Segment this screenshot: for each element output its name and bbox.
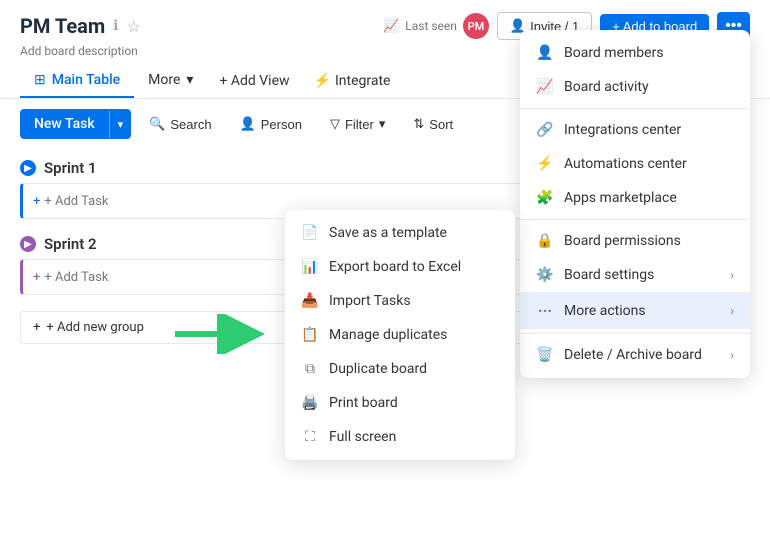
dropdown-item-permissions[interactable]: 🔒 Board permissions [520, 224, 750, 258]
integrations-icon: 🔗 [536, 122, 554, 138]
duplicate-board-icon: ⧉ [301, 361, 319, 377]
permissions-icon: 🔒 [536, 233, 554, 249]
submenu-item-manage-duplicates[interactable]: 📋 Manage duplicates [285, 318, 515, 352]
dropdown-item-board-activity[interactable]: 📈 Board activity [520, 70, 750, 104]
submenu-item-duplicate-board[interactable]: ⧉ Duplicate board [285, 352, 515, 386]
avatar: PM [463, 13, 489, 39]
dropdown-item-settings[interactable]: ⚙️ Board settings › [520, 258, 750, 292]
integrate-button[interactable]: ⚡ Integrate [302, 65, 403, 97]
import-tasks-icon: 📥 [301, 293, 319, 309]
more-actions-chevron-icon: › [730, 304, 734, 318]
delete-icon: 🗑️ [536, 347, 554, 363]
person-button[interactable]: 👤 Person [230, 110, 312, 138]
dropdown-item-apps[interactable]: 🧩 Apps marketplace [520, 181, 750, 215]
divider-2 [520, 219, 750, 220]
new-task-button[interactable]: New Task ▾ [20, 109, 131, 139]
table-icon: ⊞ [34, 72, 46, 88]
automations-icon: ⚡ [536, 156, 554, 172]
main-dropdown: 👤 Board members 📈 Board activity 🔗 Integ… [520, 30, 750, 378]
dropdown-item-more-actions[interactable]: ··· More actions › [520, 292, 750, 329]
board-title: PM Team [20, 14, 105, 38]
manage-duplicates-icon: 📋 [301, 327, 319, 343]
full-screen-icon: ⛶ [301, 429, 319, 445]
sort-icon: ⇅ [413, 116, 424, 132]
submenu-item-full-screen[interactable]: ⛶ Full screen [285, 420, 515, 454]
submenu-item-print-board[interactable]: 🖨️ Print board [285, 386, 515, 420]
more-actions-submenu: 📄 Save as a template 📊 Export board to E… [285, 210, 515, 460]
search-icon: 🔍 [149, 116, 165, 132]
info-icon[interactable]: ℹ [113, 18, 118, 34]
board-members-icon: 👤 [536, 45, 554, 61]
more-actions-icon: ··· [536, 301, 554, 320]
sprint-1-title: Sprint 1 [44, 159, 97, 177]
print-board-icon: 🖨️ [301, 395, 319, 411]
submenu-item-export-excel[interactable]: 📊 Export board to Excel [285, 250, 515, 284]
settings-icon: ⚙️ [536, 267, 554, 283]
filter-button[interactable]: ▽ Filter ▾ [320, 110, 395, 138]
sprint-1-dot: ▶ [20, 160, 36, 176]
sprint-2-title: Sprint 2 [44, 235, 97, 253]
search-button[interactable]: 🔍 Search [139, 110, 221, 138]
trend-icon: 📈 [383, 19, 399, 34]
dropdown-item-integrations[interactable]: 🔗 Integrations center [520, 113, 750, 147]
tab-main-table[interactable]: ⊞ Main Table [20, 64, 134, 98]
filter-chevron-icon: ▾ [379, 116, 386, 132]
dropdown-item-delete[interactable]: 🗑️ Delete / Archive board › [520, 338, 750, 372]
star-icon[interactable]: ☆ [127, 17, 141, 36]
divider-3 [520, 333, 750, 334]
add-view-button[interactable]: + Add View [207, 65, 301, 97]
sort-button[interactable]: ⇅ Sort [403, 110, 463, 138]
tab-more[interactable]: More ▾ [134, 64, 207, 98]
person-filter-icon: 👤 [240, 116, 256, 132]
apps-icon: 🧩 [536, 190, 554, 206]
filter-icon: ▽ [330, 116, 340, 132]
export-excel-icon: 📊 [301, 259, 319, 275]
sprint-2-dot: ▶ [20, 236, 36, 252]
green-arrow [175, 314, 265, 354]
new-task-arrow[interactable]: ▾ [109, 111, 132, 138]
save-template-icon: 📄 [301, 225, 319, 241]
submenu-item-import-tasks[interactable]: 📥 Import Tasks [285, 284, 515, 318]
settings-chevron-icon: › [730, 268, 734, 282]
chevron-down-icon: ▾ [186, 72, 193, 88]
dropdown-item-board-members[interactable]: 👤 Board members [520, 36, 750, 70]
last-seen: 📈 Last seen PM [383, 13, 489, 39]
add-group-icon: + [33, 320, 40, 335]
divider-1 [520, 108, 750, 109]
dropdown-item-automations[interactable]: ⚡ Automations center [520, 147, 750, 181]
integrate-icon: ⚡ [314, 73, 331, 89]
board-activity-icon: 📈 [536, 79, 554, 95]
submenu-item-save-template[interactable]: 📄 Save as a template [285, 216, 515, 250]
delete-chevron-icon: › [730, 348, 734, 362]
